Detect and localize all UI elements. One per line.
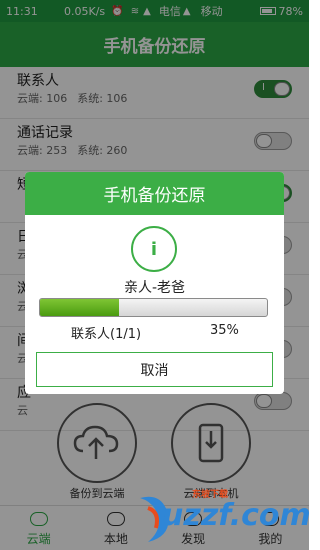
dialog-title: 手机备份还原 [103,186,206,206]
progress-bar [39,298,268,317]
progress-percent: 35% [210,323,239,338]
progress-label: 联系人(1/1) [71,327,142,342]
site-watermark: 东坡下载 uzzf.com [134,484,311,550]
watermark-text: uzzf.com [162,498,311,533]
progress-fill [40,299,120,316]
info-icon: i [131,226,177,272]
cancel-button[interactable]: 取消 [36,352,273,387]
restore-progress-dialog: 手机备份还原 i 亲人-老爸 联系人(1/1) 35% 取消 [25,172,284,394]
current-contact: 亲人-老爸 [123,280,186,296]
dialog-header: 手机备份还原 [25,172,284,215]
